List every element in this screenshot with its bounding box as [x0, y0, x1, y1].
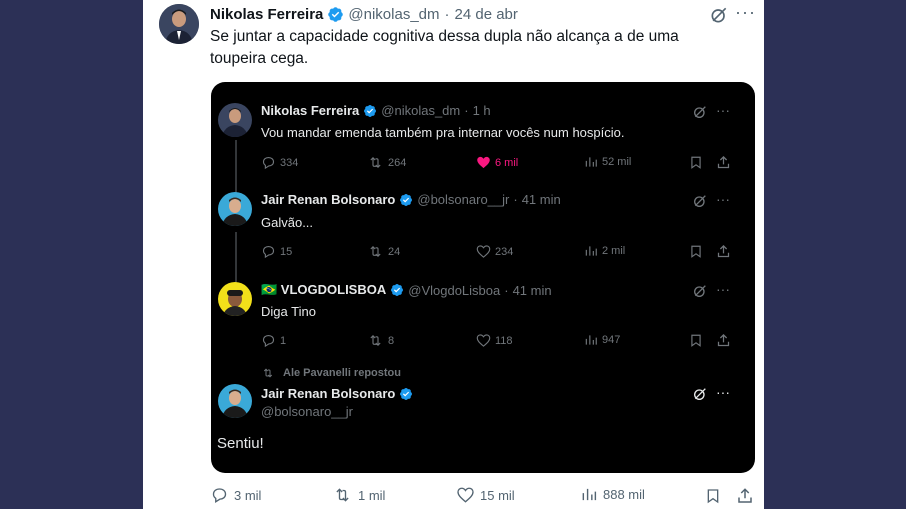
post-time: 1 h — [472, 103, 491, 118]
verified-badge-icon — [400, 387, 413, 400]
post-time: 41 min — [512, 282, 552, 298]
post-author-name: Jair Renan Bolsonaro — [261, 386, 396, 401]
separator-dot: · — [464, 103, 469, 118]
retweet-button[interactable]: 1 mil — [332, 486, 385, 504]
reply-count: 3 mil — [234, 487, 262, 503]
post-header: Jair Renan Bolsonaro — [261, 386, 417, 401]
view-count: 947 — [584, 333, 620, 347]
post-text: Vou mandar emenda também pra internar vo… — [261, 125, 625, 140]
view-count: 52 mil — [584, 155, 631, 169]
separator-dot: · — [513, 192, 518, 207]
verified-badge-icon — [328, 6, 344, 22]
share-icon — [717, 244, 730, 258]
grok-icon — [694, 195, 706, 207]
post-header: 🇧🇷 VLOGDOLISBOA @VlogdoLisboa · 41 min — [261, 282, 552, 298]
post-handle: @bolsonaro__jr — [261, 404, 353, 419]
more-options-icon: ··· — [716, 384, 730, 400]
share-icon — [717, 333, 730, 347]
reply-count: 15 — [261, 244, 292, 259]
heart-icon — [457, 487, 474, 503]
verified-badge-icon — [400, 193, 413, 206]
grok-icon — [694, 285, 706, 297]
views-icon — [585, 157, 597, 167]
author-name[interactable]: Nikolas Ferreira — [210, 6, 323, 23]
like-count: 234 — [476, 244, 513, 259]
heart-icon — [476, 334, 491, 347]
more-options-icon: ··· — [716, 102, 730, 118]
reply-icon — [212, 488, 227, 503]
post-avatar[interactable] — [218, 103, 252, 137]
reply-icon — [262, 245, 275, 259]
like-count: 118 — [476, 333, 513, 348]
author-handle[interactable]: @nikolas_dm — [348, 6, 439, 23]
more-options-icon: ··· — [716, 191, 730, 207]
post-header: Jair Renan Bolsonaro @bolsonaro__jr · 41… — [261, 192, 561, 207]
reply-icon — [262, 156, 275, 170]
author-avatar[interactable] — [159, 4, 199, 44]
reply-button[interactable]: 3 mil — [210, 486, 261, 504]
share-icon — [717, 155, 730, 169]
post-handle: @VlogdoLisboa — [408, 282, 501, 298]
bookmark-icon — [691, 156, 701, 169]
grok-icon — [694, 106, 706, 118]
retweet-count: 1 mil — [358, 487, 386, 503]
bookmark-icon — [691, 245, 701, 258]
post-author-name: Jair Renan Bolsonaro — [261, 192, 396, 207]
grok-icon — [694, 388, 706, 400]
post-avatar[interactable] — [218, 384, 252, 418]
views-icon — [582, 488, 597, 501]
retweet-icon — [370, 157, 381, 168]
post-author-name: 🇧🇷 VLOGDOLISBOA — [261, 282, 387, 297]
bookmark-icon[interactable] — [705, 487, 721, 505]
retweet-icon — [336, 488, 349, 502]
reply-count: 334 — [261, 155, 298, 170]
post-text: Galvão... — [261, 215, 314, 230]
heart-icon — [476, 245, 491, 258]
post-handle: @bolsonaro__jr — [417, 192, 510, 207]
grok-icon[interactable] — [709, 5, 729, 25]
post-header: Nikolas Ferreira @nikolas_dm · 1 h — [261, 103, 491, 118]
views-button[interactable]: 888 mil — [580, 486, 645, 503]
embedded-image[interactable]: Nikolas Ferreira @nikolas_dm · 1 h Vou m… — [211, 82, 755, 473]
retweet-count: 8 — [367, 333, 394, 348]
like-count: 6 mil — [476, 155, 518, 170]
retweet-icon — [370, 335, 381, 346]
separator-dot: · — [504, 282, 509, 298]
share-icon[interactable] — [736, 487, 754, 505]
verified-badge-icon — [364, 104, 377, 117]
tweet-header: Nikolas Ferreira @nikolas_dm · 24 de abr — [210, 4, 764, 24]
view-count: 888 mil — [603, 487, 645, 502]
retweet-icon — [370, 246, 381, 257]
post-avatar[interactable] — [218, 282, 252, 316]
more-options-icon: ··· — [716, 281, 730, 297]
post-text: Diga Tino — [261, 304, 316, 319]
bookmark-icon — [691, 334, 701, 347]
view-count: 2 mil — [584, 244, 625, 258]
verified-badge-icon — [391, 284, 404, 296]
post-text: Sentiu! — [217, 435, 264, 452]
reply-count: 1 — [261, 333, 286, 348]
separator-dot: · — [444, 5, 450, 23]
post-time: 41 min — [521, 192, 561, 207]
like-count: 15 mil — [480, 487, 515, 503]
retweet-count: 264 — [367, 155, 406, 170]
like-button[interactable]: 15 mil — [456, 486, 515, 504]
tweet-card[interactable]: Nikolas Ferreira @nikolas_dm · 24 de abr… — [143, 0, 764, 509]
post-avatar[interactable] — [218, 192, 252, 226]
tweet-text: Se juntar a capacidade cognitiva dessa d… — [210, 28, 679, 67]
views-icon — [585, 246, 597, 256]
heart-filled-icon — [477, 156, 490, 169]
post-author-name: Nikolas Ferreira — [261, 103, 360, 118]
repost-indicator: Ale Pavanelli repostou — [261, 367, 401, 379]
views-icon — [585, 335, 597, 345]
retweet-count: 24 — [367, 244, 400, 259]
tweet-date[interactable]: 24 de abr — [455, 6, 518, 23]
post-handle: @nikolas_dm — [381, 103, 461, 118]
reply-icon — [262, 334, 275, 348]
more-options-icon[interactable]: ··· — [735, 2, 756, 23]
retweet-icon — [263, 368, 273, 378]
